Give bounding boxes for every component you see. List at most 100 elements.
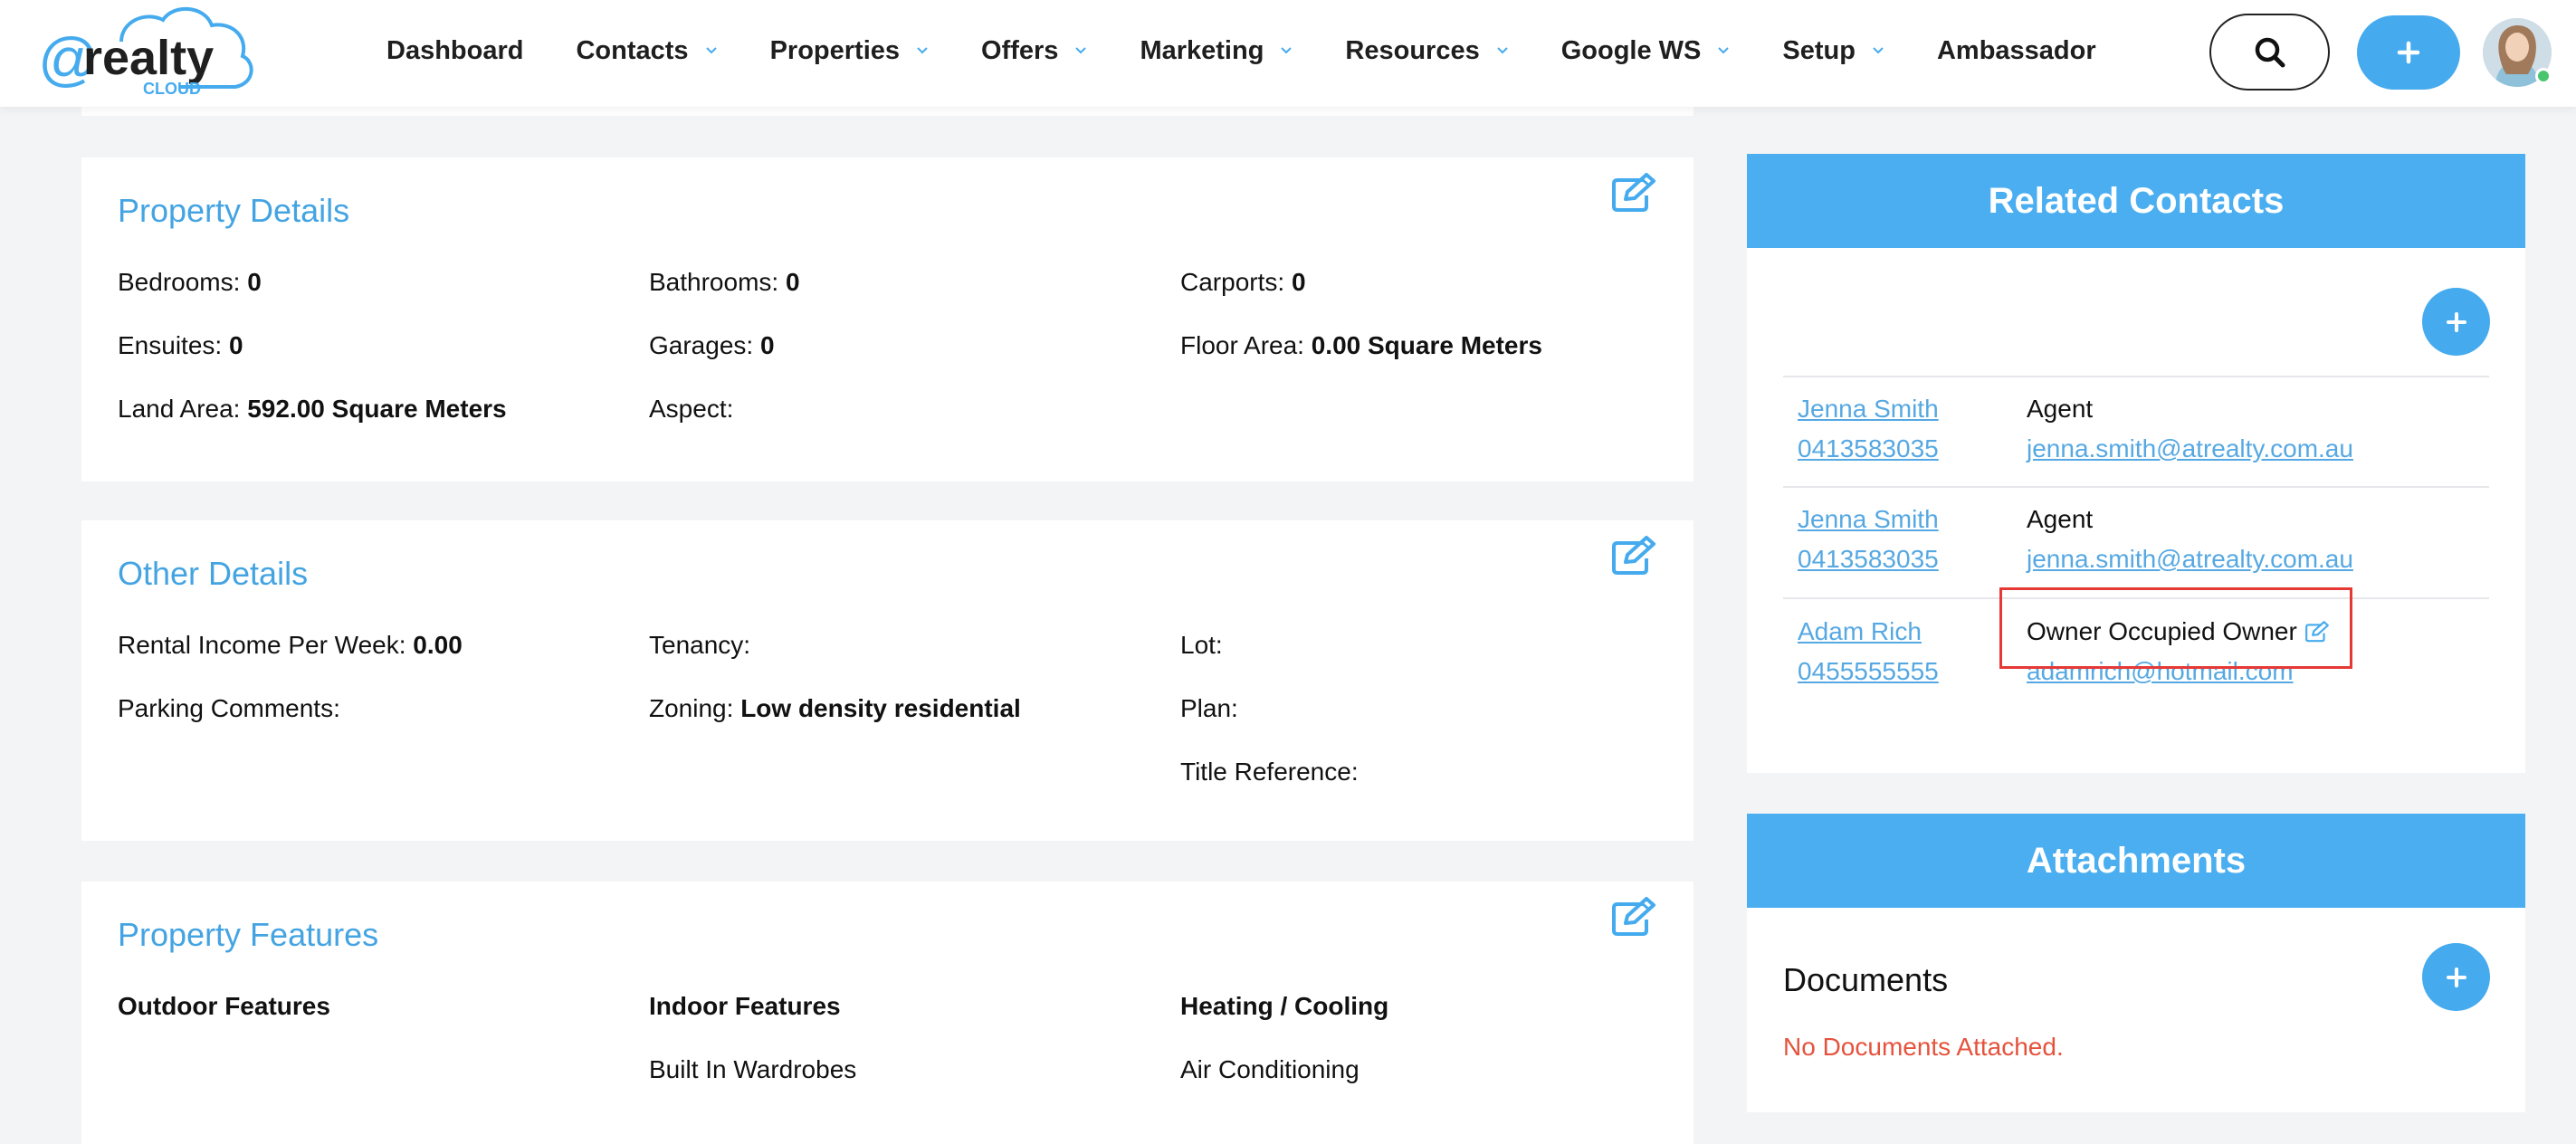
outdoor-features-heading: Outdoor Features bbox=[118, 992, 330, 1020]
contact-phone-link[interactable]: 0455555555 bbox=[1798, 657, 1939, 686]
indoor-features-heading: Indoor Features bbox=[649, 992, 841, 1020]
svg-text:CLOUD: CLOUD bbox=[143, 80, 201, 98]
chevron-down-icon bbox=[1718, 47, 1730, 54]
nav-ambassador[interactable]: Ambassador bbox=[1937, 33, 2096, 69]
nav-setup-label: Setup bbox=[1782, 35, 1856, 65]
edit-role-icon[interactable] bbox=[2304, 620, 2330, 644]
parking-comments-label: Parking Comments: bbox=[118, 694, 340, 722]
edit-icon bbox=[1612, 536, 1655, 575]
carports-value: 0 bbox=[1291, 268, 1306, 296]
edit-property-features-button[interactable] bbox=[1610, 896, 1657, 938]
tenancy-label: Tenancy: bbox=[649, 631, 751, 659]
lot-field: Lot: bbox=[1180, 631, 1223, 660]
ensuites-label: Ensuites: bbox=[118, 331, 223, 359]
no-documents-message: No Documents Attached. bbox=[1783, 1033, 2064, 1061]
edit-icon bbox=[1612, 897, 1655, 936]
rental-income-label: Rental Income Per Week: bbox=[118, 631, 406, 659]
attachments-header: Attachments bbox=[1747, 814, 2525, 908]
rental-income-value: 0.00 bbox=[413, 631, 463, 659]
nav-marketing[interactable]: Marketing bbox=[1140, 33, 1293, 69]
plan-label: Plan: bbox=[1180, 694, 1238, 722]
contact-email-link[interactable]: adamrich@hotmail.com bbox=[2027, 657, 2294, 686]
quick-add-button[interactable] bbox=[2357, 15, 2460, 90]
contact-phone-link[interactable]: 0413583035 bbox=[1798, 545, 1939, 574]
title-reference-label: Title Reference: bbox=[1180, 758, 1359, 786]
contact-role: Agent bbox=[2027, 505, 2094, 533]
contact-email-link[interactable]: jenna.smith@atrealty.com.au bbox=[2027, 434, 2353, 463]
contact-email-link[interactable]: jenna.smith@atrealty.com.au bbox=[2027, 545, 2353, 574]
bedrooms-field: Bedrooms: 0 bbox=[118, 268, 262, 297]
contacts-divider bbox=[1783, 597, 2489, 599]
contact-phone-link[interactable]: 0413583035 bbox=[1798, 434, 1939, 463]
tenancy-field: Tenancy: bbox=[649, 631, 750, 660]
contact-phone-text: 0413583035 bbox=[1798, 545, 1939, 573]
contact-name-text: Jenna Smith bbox=[1798, 395, 1939, 423]
bathrooms-value: 0 bbox=[785, 268, 800, 296]
svg-text:realty: realty bbox=[83, 31, 214, 85]
contacts-divider bbox=[1783, 376, 2489, 377]
related-contacts-header: Related Contacts bbox=[1747, 154, 2525, 248]
online-status-dot bbox=[2535, 68, 2552, 84]
other-details-card: Other Details Rental Income Per Week: 0.… bbox=[81, 520, 1693, 841]
attachments-title: Attachments bbox=[2026, 840, 2247, 881]
search-button[interactable] bbox=[2209, 14, 2330, 91]
property-features-card: Property Features Outdoor Features Indoo… bbox=[81, 882, 1693, 1144]
contact-email-text: jenna.smith@atrealty.com.au bbox=[2027, 434, 2353, 462]
chevron-down-icon bbox=[705, 47, 717, 54]
aspect-field: Aspect: bbox=[649, 395, 733, 424]
main-nav: Dashboard Contacts Properties Offers Mar… bbox=[386, 33, 2149, 69]
nav-resources[interactable]: Resources bbox=[1345, 33, 1508, 69]
nav-dashboard[interactable]: Dashboard bbox=[386, 33, 523, 69]
add-document-button[interactable] bbox=[2422, 943, 2490, 1011]
floor-area-label: Floor Area: bbox=[1180, 331, 1304, 359]
contact-email-text: jenna.smith@atrealty.com.au bbox=[2027, 545, 2353, 573]
rental-income-field: Rental Income Per Week: 0.00 bbox=[118, 631, 463, 660]
edit-icon bbox=[1612, 173, 1655, 212]
edit-property-details-button[interactable] bbox=[1610, 172, 1657, 214]
land-area-field: Land Area: 592.00 Square Meters bbox=[118, 395, 507, 424]
nav-contacts[interactable]: Contacts bbox=[576, 33, 717, 69]
nav-marketing-label: Marketing bbox=[1140, 35, 1264, 65]
contact-name-text: Jenna Smith bbox=[1798, 505, 1939, 533]
property-details-card: Property Details Bedrooms: 0 Bathrooms: … bbox=[81, 157, 1693, 481]
property-details-title: Property Details bbox=[118, 192, 350, 229]
plan-field: Plan: bbox=[1180, 694, 1238, 723]
bathrooms-field: Bathrooms: 0 bbox=[649, 268, 800, 297]
zoning-field: Zoning: Low density residential bbox=[649, 694, 1021, 723]
related-contacts-panel: Related Contacts Jenna Smith 0413583035 … bbox=[1747, 154, 2525, 773]
nav-google-ws[interactable]: Google WS bbox=[1561, 33, 1731, 69]
carports-field: Carports: 0 bbox=[1180, 268, 1306, 297]
plus-icon bbox=[2446, 311, 2466, 332]
nav-setup[interactable]: Setup bbox=[1782, 33, 1884, 69]
contacts-divider bbox=[1783, 486, 2489, 488]
contact-name-link[interactable]: Adam Rich bbox=[1798, 617, 1922, 646]
heating-cooling-heading: Heating / Cooling bbox=[1180, 992, 1389, 1020]
contact-name-link[interactable]: Jenna Smith bbox=[1798, 395, 1939, 424]
land-area-label: Land Area: bbox=[118, 395, 241, 423]
contact-name-text: Adam Rich bbox=[1798, 617, 1922, 645]
heating-feature-item: Air Conditioning bbox=[1180, 1055, 1360, 1083]
add-related-contact-button[interactable] bbox=[2422, 288, 2490, 356]
nav-properties-label: Properties bbox=[769, 35, 901, 65]
zoning-value: Low density residential bbox=[740, 694, 1021, 722]
ensuites-value: 0 bbox=[228, 331, 243, 359]
property-features-title: Property Features bbox=[118, 916, 379, 953]
nav-google-ws-label: Google WS bbox=[1560, 35, 1702, 65]
chevron-down-icon bbox=[1873, 47, 1884, 54]
land-area-value: 592.00 Square Meters bbox=[247, 395, 507, 423]
bathrooms-label: Bathrooms: bbox=[649, 268, 779, 296]
other-details-title: Other Details bbox=[118, 555, 309, 592]
edit-other-details-button[interactable] bbox=[1610, 535, 1657, 577]
attachments-panel: Attachments Documents No Documents Attac… bbox=[1747, 814, 2525, 1112]
contact-name-link[interactable]: Jenna Smith bbox=[1798, 505, 1939, 534]
chevron-down-icon bbox=[1281, 47, 1293, 54]
nav-ambassador-label: Ambassador bbox=[1936, 35, 2096, 65]
documents-title: Documents bbox=[1783, 961, 1949, 998]
plus-icon bbox=[2446, 967, 2466, 987]
contact-phone-text: 0413583035 bbox=[1798, 434, 1939, 462]
nav-properties[interactable]: Properties bbox=[770, 33, 929, 69]
bedrooms-value: 0 bbox=[247, 268, 262, 296]
realty-cloud-logo[interactable]: @ realty CLOUD bbox=[38, 5, 273, 100]
nav-offers[interactable]: Offers bbox=[981, 33, 1087, 69]
contact-phone-text: 0455555555 bbox=[1798, 657, 1939, 685]
